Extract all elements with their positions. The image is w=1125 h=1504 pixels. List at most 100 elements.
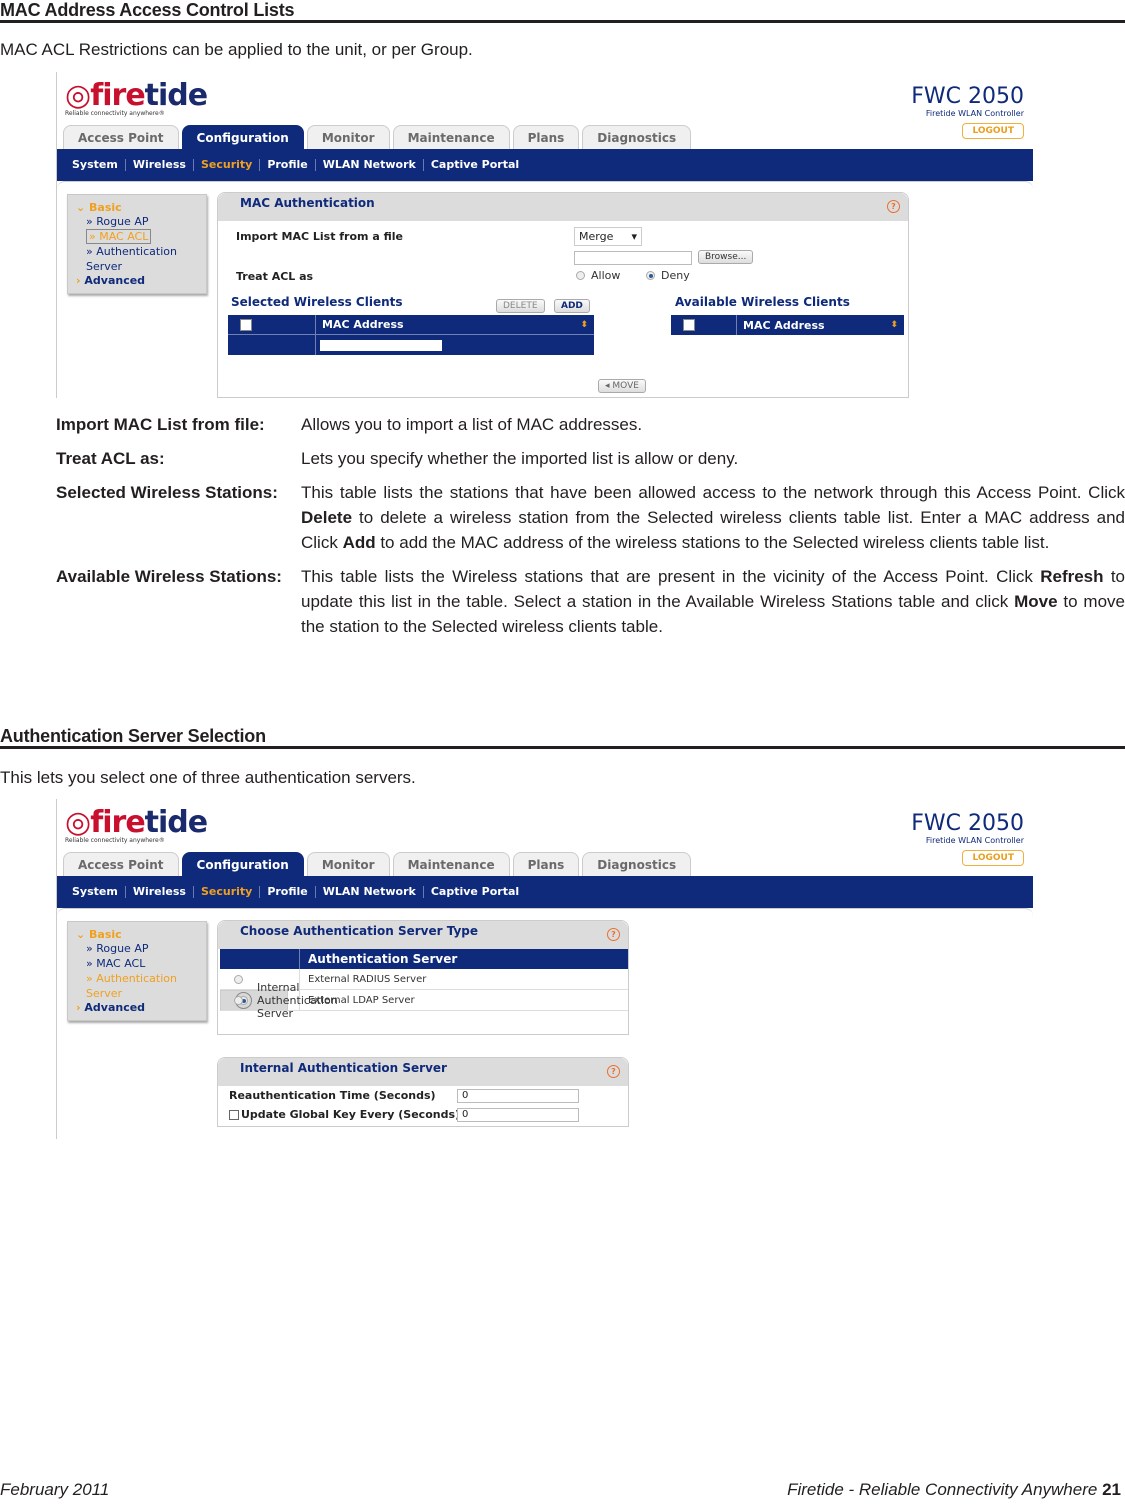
nav-mac-acl[interactable]: » MAC ACL	[76, 229, 198, 244]
global-key-label: Update Global Key Every (Seconds)	[229, 1108, 460, 1121]
tab-access-point[interactable]: Access Point	[63, 125, 179, 149]
mac-address-input[interactable]	[320, 339, 442, 351]
server-row-internal-auth[interactable]: Internal Authentication Server	[220, 981, 338, 1020]
left-navigation: ⌄ Basic » Rogue AP » MAC ACL » Authentic…	[67, 921, 207, 1021]
subnav-wlan-network[interactable]: WLAN Network	[316, 886, 424, 898]
subnav-wlan-network[interactable]: WLAN Network	[316, 159, 424, 171]
subnav-profile[interactable]: Profile	[260, 886, 316, 898]
model-subtitle: Firetide WLAN Controller	[925, 109, 1024, 118]
allow-radio[interactable]: Allow	[576, 269, 620, 282]
panel-title: MAC Authentication	[240, 196, 375, 210]
tab-maintenance[interactable]: Maintenance	[392, 852, 510, 876]
subnav-system[interactable]: System	[65, 159, 126, 171]
model-name: FWC 2050	[911, 811, 1024, 836]
tab-configuration[interactable]: Configuration	[181, 125, 304, 149]
subnav-system[interactable]: System	[65, 886, 126, 898]
tab-diagnostics[interactable]: Diagnostics	[582, 852, 692, 876]
add-button[interactable]: ADD	[554, 299, 590, 313]
page-number: 21	[1102, 1480, 1121, 1499]
browse-button[interactable]: Browse...	[698, 250, 754, 264]
tab-access-point[interactable]: Access Point	[63, 852, 179, 876]
server-radio[interactable]	[234, 974, 243, 984]
panel-title: Choose Authentication Server Type	[240, 924, 479, 938]
tab-maintenance[interactable]: Maintenance	[392, 125, 510, 149]
nav-group-basic[interactable]: ⌄ Basic	[76, 928, 198, 941]
tab-plans[interactable]: Plans	[512, 852, 580, 876]
footer-tagline: Firetide - Reliable Connectivity Anywher…	[787, 1480, 1121, 1499]
available-clients-table: MAC Address ⬍	[671, 315, 904, 335]
subnav-captive-portal[interactable]: Captive Portal	[424, 886, 526, 898]
selected-clients-title: Selected Wireless Clients	[231, 295, 403, 309]
mac-address-column-header[interactable]: MAC Address	[743, 319, 825, 332]
section-title-mac-acl: MAC Address Access Control Lists	[0, 0, 1125, 23]
nav-mac-acl[interactable]: » MAC ACL	[76, 956, 198, 971]
import-file-input[interactable]	[574, 251, 692, 265]
help-icon[interactable]: ?	[607, 928, 620, 941]
model-name: FWC 2050	[911, 84, 1024, 109]
footer-date: February 2011	[0, 1480, 110, 1499]
sub-navigation: System Wireless Security Profile WLAN Ne…	[57, 876, 1033, 908]
nav-rogue-ap[interactable]: » Rogue AP	[76, 214, 198, 229]
screenshot-mac-authentication: ◎firetide Reliable connectivity anywhere…	[56, 72, 1033, 398]
subnav-wireless[interactable]: Wireless	[126, 159, 194, 171]
definition-available-stations: Available Wireless Stations: This table …	[56, 567, 1125, 636]
sort-icon[interactable]: ⬍	[580, 320, 588, 330]
tab-monitor[interactable]: Monitor	[306, 852, 390, 876]
product-brand: FWC 2050 Firetide WLAN Controller LOGOUT	[911, 84, 1024, 139]
main-tabs: Access Point Configuration Monitor Maint…	[63, 125, 692, 149]
definition-treat-acl: Treat ACL as: Lets you specify whether t…	[56, 449, 739, 468]
mac-address-column-header[interactable]: MAC Address	[322, 318, 404, 331]
subnav-security[interactable]: Security	[194, 159, 261, 171]
select-all-checkbox[interactable]	[240, 318, 252, 331]
logout-button[interactable]: LOGOUT	[962, 850, 1024, 866]
section-title-auth-server: Authentication Server Selection	[0, 726, 1125, 749]
subnav-security[interactable]: Security	[194, 886, 261, 898]
main-tabs: Access Point Configuration Monitor Maint…	[63, 852, 692, 876]
tab-plans[interactable]: Plans	[512, 125, 580, 149]
mac-authentication-panel: MAC Authentication? Import MAC List from…	[217, 192, 909, 398]
delete-button[interactable]: DELETE	[496, 299, 545, 313]
select-all-available-checkbox[interactable]	[683, 319, 695, 331]
global-key-checkbox[interactable]	[229, 1110, 239, 1120]
sort-icon[interactable]: ⬍	[890, 320, 898, 330]
firetide-logo: ◎firetide Reliable connectivity anywhere…	[65, 78, 208, 117]
nav-rogue-ap[interactable]: » Rogue AP	[76, 941, 198, 956]
reauth-time-input[interactable]: 0	[457, 1089, 579, 1103]
nav-group-basic[interactable]: ⌄ Basic	[76, 201, 198, 214]
nav-authentication-server[interactable]: » Authentication Server	[76, 971, 198, 1001]
logout-button[interactable]: LOGOUT	[962, 123, 1024, 139]
product-brand: FWC 2050 Firetide WLAN Controller LOGOUT	[911, 811, 1024, 866]
screenshot-authentication-server: ◎firetide Reliable connectivity anywhere…	[56, 799, 1033, 1139]
help-icon[interactable]: ?	[887, 200, 900, 213]
help-icon[interactable]: ?	[607, 1065, 620, 1078]
available-clients-title: Available Wireless Clients	[675, 295, 850, 309]
choose-auth-server-panel: Choose Authentication Server Type? Authe…	[217, 920, 629, 1035]
tab-monitor[interactable]: Monitor	[306, 125, 390, 149]
subnav-captive-portal[interactable]: Captive Portal	[424, 159, 526, 171]
definition-import-mac: Import MAC List from file: Allows you to…	[56, 415, 643, 434]
section-intro-auth-server: This lets you select one of three authen…	[0, 768, 416, 787]
sub-navigation: System Wireless Security Profile WLAN Ne…	[57, 149, 1033, 181]
deny-radio[interactable]: Deny	[646, 269, 690, 282]
global-key-input[interactable]: 0	[457, 1108, 579, 1122]
selected-clients-table: MAC Address ⬍	[228, 315, 594, 355]
move-button[interactable]: ◂ MOVE	[598, 379, 646, 393]
auth-server-column-header: Authentication Server	[308, 952, 458, 966]
tab-configuration[interactable]: Configuration	[181, 852, 304, 876]
subnav-wireless[interactable]: Wireless	[126, 886, 194, 898]
section-intro-mac-acl: MAC ACL Restrictions can be applied to t…	[0, 40, 473, 59]
treat-acl-label: Treat ACL as	[236, 270, 314, 283]
internal-auth-server-panel: Internal Authentication Server? Reauthen…	[217, 1057, 629, 1127]
firetide-logo: ◎firetide Reliable connectivity anywhere…	[65, 805, 208, 844]
tab-diagnostics[interactable]: Diagnostics	[582, 125, 692, 149]
definitions-mac-acl: Import MAC List from file: Allows you to…	[56, 412, 1125, 648]
nav-group-advanced[interactable]: › Advanced	[76, 274, 198, 287]
import-mode-select[interactable]: Merge ▾	[574, 227, 642, 246]
import-mac-label: Import MAC List from a file	[236, 230, 403, 243]
subnav-profile[interactable]: Profile	[260, 159, 316, 171]
panel-title: Internal Authentication Server	[240, 1061, 447, 1075]
nav-group-advanced[interactable]: › Advanced	[76, 1001, 198, 1014]
nav-authentication-server[interactable]: » Authentication Server	[76, 244, 198, 274]
definition-selected-stations: Selected Wireless Stations: This table l…	[56, 483, 1125, 552]
server-radio[interactable]	[234, 995, 243, 1005]
